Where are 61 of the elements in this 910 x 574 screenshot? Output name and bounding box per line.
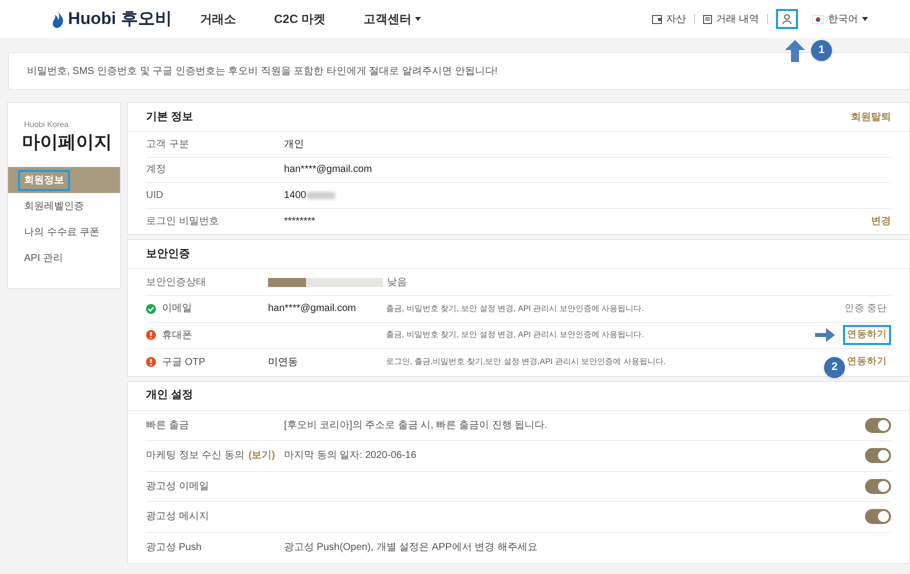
nav-link[interactable]: 거래소: [200, 10, 236, 28]
field-label: 광고성 메시지: [146, 510, 209, 524]
caret-icon: [862, 17, 868, 21]
field-value: 미연동: [268, 356, 298, 368]
field-value: han****@gmail.com: [268, 303, 356, 314]
field-value: han****@gmail.com: [284, 163, 372, 178]
toggle-switch[interactable]: [865, 509, 891, 524]
annotation-arrow-icon: [785, 40, 805, 62]
logo-text: Huobi 후오비: [68, 8, 172, 30]
field-label: 계정: [146, 163, 167, 178]
field-label: 구글 OTP: [162, 356, 206, 370]
field-label: 로그인 비밀번호: [146, 214, 220, 229]
description-text: 로그인, 출금,비밀번호 찾기,보안 설정 변경,API 관리시 보안인증에 사용됩니다.: [386, 356, 666, 368]
warning-icon: [146, 330, 156, 340]
level-text: 낮음: [387, 276, 407, 290]
list-icon: [703, 14, 712, 24]
brand-text: Huobi Korea: [24, 119, 70, 131]
flame-logo-icon: [52, 10, 64, 28]
language-selector[interactable]: 한국어: [812, 12, 868, 26]
description-text: 광고성 Push(Open), 개별 설정은 APP에서 변경 해주세요: [284, 541, 538, 556]
wallet-icon: [652, 14, 662, 24]
field-label: 이메일: [162, 302, 192, 316]
field-label: UID: [146, 188, 164, 203]
flag-icon: [812, 14, 824, 24]
annotation-arrow-icon: [815, 328, 835, 342]
section-title: 개인 설정: [146, 388, 194, 404]
field-label: 빠른 출금: [146, 418, 189, 433]
field-label: 고객 구분: [146, 138, 190, 152]
section-title: 보안인증: [146, 246, 190, 262]
sidebar-item[interactable]: 나의 수수료 쿠폰: [18, 222, 106, 242]
blurred-text: [307, 192, 336, 199]
caret-icon: [415, 17, 422, 21]
user-icon[interactable]: [776, 9, 798, 29]
toggle-switch[interactable]: [865, 418, 891, 433]
history-link[interactable]: 거래 내역: [703, 12, 759, 26]
field-label: 휴대폰: [162, 328, 192, 343]
description-text: 마지막 동의 일자: 2020-06-16: [284, 449, 416, 464]
description-text: 출금, 비밀번호 찾기, 보안 설정 변경, API 관리시 보안인증에 사용됩니다.: [386, 302, 644, 315]
field-label: 광고성 Push: [146, 541, 202, 556]
annotation-badge: 1: [811, 40, 832, 61]
check-icon: [146, 304, 156, 314]
field-value: 개인: [284, 138, 304, 152]
page-title: 마이페이지: [22, 131, 113, 153]
toggle-switch[interactable]: [865, 478, 891, 494]
nav-link[interactable]: C2C 마켓: [274, 10, 326, 28]
notice-text: 비밀번호, SMS 인증번호 및 구글 인증번호는 후오비 직원을 포함한 타인에게 절대로 알려주시면 안됩니다!: [27, 64, 498, 78]
section-title: 기본 정보: [146, 110, 194, 125]
assets-link[interactable]: 자산: [652, 12, 686, 26]
field-label: 마케팅 정보 수신 동의: [146, 449, 244, 464]
sidebar-item[interactable]: 회원레벨인증: [18, 196, 90, 216]
sidebar-item[interactable]: API 관리: [18, 248, 69, 268]
toggle-switch[interactable]: [865, 448, 891, 464]
warning-icon: [146, 357, 156, 368]
description-text: 출금, 비밀번호 찾기, 보안 설정 변경, API 관리시 보안인증에 사용됩니다.: [386, 329, 644, 342]
field-value: ********: [284, 214, 316, 229]
field-value: 1400: [284, 188, 306, 203]
field-label: 광고성 이메일: [146, 480, 209, 494]
field-label: 보안인증상태: [146, 276, 207, 290]
nav-link[interactable]: 고객센터: [363, 10, 422, 28]
description-text: [후오비 코리아]의 주소로 출금 시, 빠른 출금이 진행 됩니다.: [284, 418, 548, 433]
stop-verification-link[interactable]: 인증 중단: [840, 298, 891, 319]
